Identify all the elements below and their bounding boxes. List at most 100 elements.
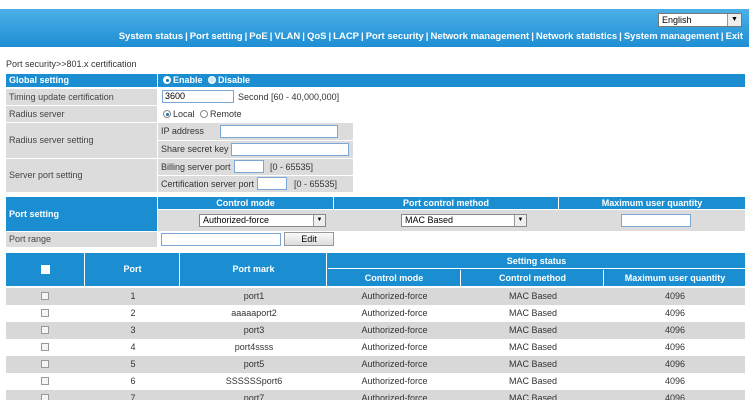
chevron-down-icon[interactable]: ▼ [313, 215, 325, 226]
share-key-input[interactable] [231, 143, 349, 156]
control-method-cell: MAC Based [508, 359, 558, 369]
ip-address-label: IP address [161, 126, 204, 136]
local-label: Local [173, 109, 195, 119]
port-control-method-select[interactable]: MAC Based ▼ [401, 214, 527, 227]
port-setting-label: Port setting [6, 197, 157, 231]
port-cell: 6 [130, 376, 136, 386]
enable-label: Enable [173, 75, 203, 85]
main-nav: System status | Port setting | PoE | VLAN | QoS |… [118, 31, 743, 42]
control-method-cell: MAC Based [508, 325, 558, 335]
control-mode-column-header: Control mode [328, 270, 461, 286]
port-mark-column-header: Port mark [181, 253, 327, 286]
max-users-column-header: Maximum user quantity [624, 273, 726, 283]
ip-address-input[interactable] [220, 125, 338, 138]
port-setting-controls: Authorized-force ▼ MAC Based ▼ [158, 210, 745, 231]
nav-poe[interactable]: PoE [249, 31, 267, 42]
nav-network-management[interactable]: Network management [430, 31, 529, 42]
control-mode-header: Control mode [158, 197, 333, 209]
nav-port-security[interactable]: Port security [366, 31, 424, 42]
port-mark-cell: port7 [243, 393, 265, 400]
control-method-cell: MAC Based [508, 342, 558, 352]
row-checkbox[interactable] [41, 326, 49, 334]
setting-status-header: Setting status [328, 253, 745, 269]
port-range-input[interactable] [161, 233, 281, 246]
nav-port-setting[interactable]: Port setting [190, 31, 243, 42]
edit-button[interactable]: Edit [284, 232, 334, 246]
local-radio[interactable] [163, 110, 171, 118]
chevron-down-icon[interactable]: ▼ [514, 215, 526, 226]
radius-setting-label: Radius server setting [6, 123, 157, 158]
row-checkbox[interactable] [41, 309, 49, 317]
control-mode-cell: Authorized-force [361, 342, 428, 352]
language-select[interactable]: English ▼ [658, 13, 742, 27]
control-method-column-header: Control method [462, 270, 604, 286]
language-select-value: English [662, 15, 692, 25]
max-users-cell: 4096 [664, 308, 686, 318]
max-users-cell: 4096 [664, 393, 686, 400]
max-users-cell: 4096 [664, 325, 686, 335]
billing-port-hint: [0 - 65535] [270, 162, 314, 172]
control-mode-cell: Authorized-force [361, 376, 428, 386]
max-user-input[interactable] [621, 214, 691, 227]
billing-port-label: Billing server port [161, 162, 231, 172]
port-control-method-select-value: MAC Based [405, 215, 454, 225]
radius-label: Radius server [6, 106, 157, 122]
radius-options: Local Remote [158, 106, 745, 122]
table-row: 5 port5 Authorized-force MAC Based 4096 [6, 356, 745, 373]
row-checkbox[interactable] [41, 292, 49, 300]
table-row: 1 port1 Authorized-force MAC Based 4096 [6, 288, 745, 305]
breadcrumb: Port security>>801.x certification [6, 59, 137, 69]
table-row: 2 aaaaaport2 Authorized-force MAC Based … [6, 305, 745, 322]
nav-vlan[interactable]: VLAN [274, 31, 300, 42]
row-checkbox[interactable] [41, 360, 49, 368]
port-mark-cell: port3 [243, 325, 265, 335]
table-row: 7 port7 Authorized-force MAC Based 4096 [6, 390, 745, 400]
control-mode-cell: Authorized-force [361, 359, 428, 369]
control-mode-cell: Authorized-force [361, 325, 428, 335]
port-column-header: Port [86, 253, 180, 286]
max-users-cell: 4096 [664, 291, 686, 301]
server-port-cell: Billing server port [0 - 65535] Certific… [158, 159, 745, 192]
share-key-label: Share secret key [161, 144, 229, 154]
global-setting-label: Global setting [6, 74, 157, 87]
control-mode-cell: Authorized-force [361, 393, 428, 400]
row-checkbox[interactable] [41, 394, 49, 400]
nav-lacp[interactable]: LACP [333, 31, 359, 42]
cert-port-label: Certification server port [161, 179, 255, 189]
nav-network-statistics[interactable]: Network statistics [536, 31, 617, 42]
disable-radio[interactable] [208, 76, 217, 84]
timing-hint: Second [60 - 40,000,000] [238, 92, 340, 102]
remote-label: Remote [210, 109, 242, 119]
max-users-cell: 4096 [664, 359, 686, 369]
port-cell: 5 [130, 359, 136, 369]
timing-input[interactable]: 3600 [162, 90, 234, 103]
control-mode-cell: Authorized-force [361, 291, 428, 301]
nav-qos[interactable]: QoS [307, 31, 327, 42]
row-checkbox[interactable] [41, 377, 49, 385]
port-cell: 3 [130, 325, 136, 335]
port-mark-cell: port4ssss [234, 342, 274, 352]
table-row: 4 port4ssss Authorized-force MAC Based 4… [6, 339, 745, 356]
chevron-down-icon[interactable]: ▼ [727, 14, 741, 26]
port-mark-cell: port1 [243, 291, 265, 301]
port-mark-cell: aaaaaport2 [231, 308, 277, 318]
timing-cell: 3600 Second [60 - 40,000,000] [158, 89, 745, 105]
disable-label: Disable [218, 75, 251, 85]
nav-exit[interactable]: Exit [726, 31, 743, 42]
select-all-checkbox[interactable] [41, 265, 50, 274]
billing-port-input[interactable] [234, 160, 264, 173]
nav-system-status[interactable]: System status [119, 31, 183, 42]
control-mode-select[interactable]: Authorized-force ▼ [199, 214, 326, 227]
control-method-cell: MAC Based [508, 291, 558, 301]
control-method-cell: MAC Based [508, 308, 558, 318]
table-row: 3 port3 Authorized-force MAC Based 4096 [6, 322, 745, 339]
global-setting-options: Enable Disable [158, 74, 745, 87]
enable-radio[interactable] [163, 76, 171, 84]
nav-system-management[interactable]: System management [624, 31, 719, 42]
port-range-label: Port range [6, 232, 157, 247]
max-users-cell: 4096 [664, 342, 686, 352]
remote-radio[interactable] [200, 110, 209, 118]
row-checkbox[interactable] [41, 343, 49, 351]
cert-port-input[interactable] [257, 177, 287, 190]
port-mark-cell: port5 [243, 359, 265, 369]
